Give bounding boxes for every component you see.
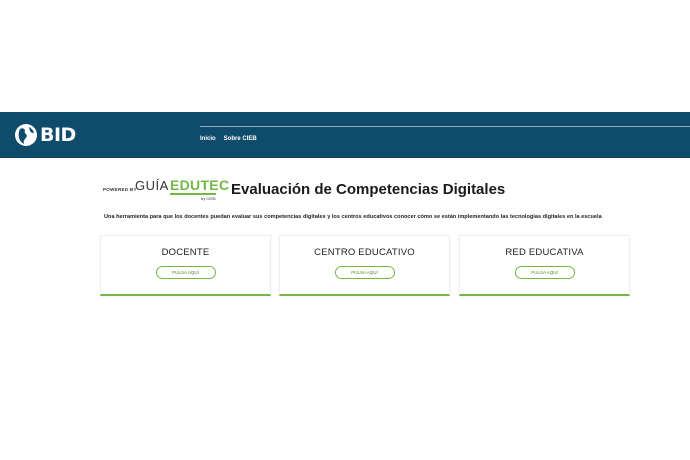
by-cieb-label: by CIEB [201,196,216,201]
centro-educativo-button[interactable]: PULSA AQUÍ [334,266,395,279]
card-title: DOCENTE [161,247,210,258]
card-title: RED EDUCATIVA [505,247,584,258]
brand-row: POWERED BY GUÍA EDUTEC by CIEB Evaluació… [103,176,583,206]
nav-item-sobre-cieb[interactable]: Sobre CIEB [224,136,257,142]
page-subtitle: Una herramienta para que los docentes pu… [104,214,602,220]
globe-icon [15,124,37,146]
docente-button[interactable]: PULSA AQUÍ [155,266,216,279]
edutec-wordmark: EDUTEC [170,177,230,193]
page-title: Evaluación de Competencias Digitales [231,181,506,198]
header-divider [200,126,690,127]
card-red-educativa: RED EDUCATIVA PULSA AQUÍ [459,235,630,296]
edutec-underline [170,193,216,195]
card-title: CENTRO EDUCATIVO [314,247,415,258]
nav-item-inicio[interactable]: Inicio [200,136,216,142]
guia-wordmark: GUÍA [135,178,169,193]
top-header: BID Inicio Sobre CIEB [0,112,690,158]
card-centro-educativo: CENTRO EDUCATIVO PULSA AQUÍ [279,235,450,296]
powered-by-label: POWERED BY [103,187,137,192]
main-nav: Inicio Sobre CIEB [200,136,257,142]
red-educativa-button[interactable]: PULSA AQUÍ [514,266,575,279]
card-docente: DOCENTE PULSA AQUÍ [100,235,271,296]
bid-logo[interactable]: BID [14,122,76,148]
logo-text: BID [40,124,76,146]
